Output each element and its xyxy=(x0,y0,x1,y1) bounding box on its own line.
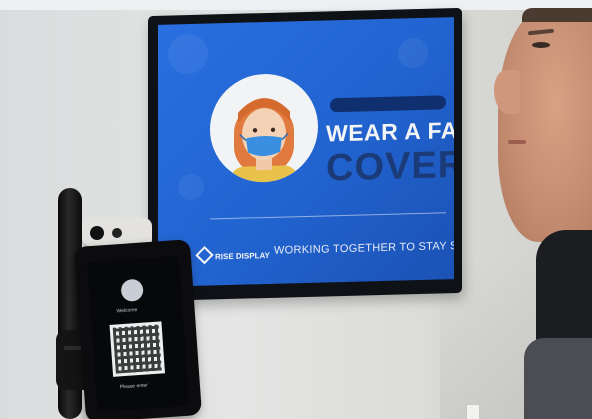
label-pill xyxy=(330,95,446,113)
avatar-icon xyxy=(120,278,144,303)
eye xyxy=(532,42,550,48)
brand-logo: RISE DISPLAY xyxy=(195,245,270,265)
sensor-icon xyxy=(112,228,122,238)
face-illustration xyxy=(210,72,318,184)
background-pattern xyxy=(168,33,208,75)
tv-screen: WEAR A FACE COVER RISE DISPLAY WORKING T… xyxy=(158,17,454,287)
scanner-device: Welcome Please enter xyxy=(74,239,202,419)
wall-outlet xyxy=(466,404,480,419)
qr-code xyxy=(109,321,166,377)
camera-lens-icon xyxy=(90,226,104,240)
brand-name: RISE DISPLAY xyxy=(215,250,270,262)
divider-line xyxy=(210,212,446,220)
shirt-shoulder xyxy=(524,338,592,419)
tagline: WORKING TOGETHER TO STAY SAFE! xyxy=(274,239,454,257)
nose xyxy=(494,70,520,114)
background-pattern xyxy=(398,37,428,69)
masked-woman-icon xyxy=(230,98,298,184)
person xyxy=(492,8,592,419)
headline-bottom: COVER xyxy=(326,143,454,190)
diamond-icon xyxy=(195,245,214,265)
welcome-text: Welcome xyxy=(116,307,138,315)
headline-top: WEAR A FACE xyxy=(326,116,454,147)
device-screen[interactable]: Welcome Please enter xyxy=(87,255,190,413)
qr-pattern xyxy=(112,324,162,374)
scan-hint: Please enter xyxy=(119,382,149,391)
mouth xyxy=(508,140,526,144)
photo: WEAR A FACE COVER RISE DISPLAY WORKING T… xyxy=(0,0,592,419)
wall-tv: WEAR A FACE COVER RISE DISPLAY WORKING T… xyxy=(148,7,462,302)
background-pattern xyxy=(178,173,204,201)
hair xyxy=(522,8,592,22)
